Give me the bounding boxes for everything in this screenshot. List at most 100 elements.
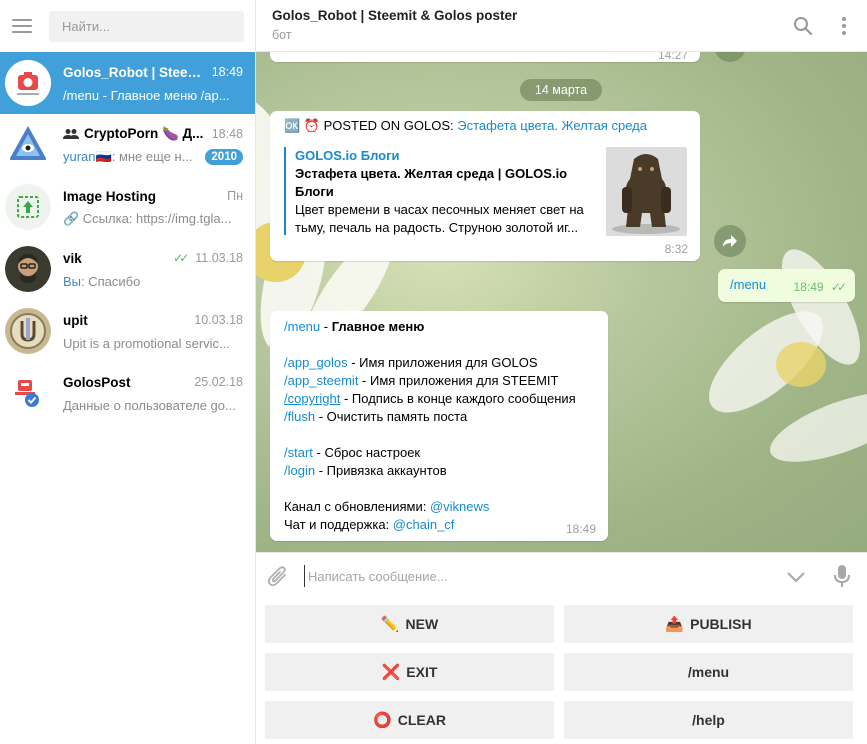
unread-badge: 2010 xyxy=(205,149,243,165)
command-link[interactable]: /app_golos xyxy=(284,355,348,370)
chat-preview: Данные о пользователе go... xyxy=(63,397,236,413)
message-bubble[interactable]: /menu - Главное меню /app_golos - Имя пр… xyxy=(270,311,608,541)
menu-text: Чат и поддержка: xyxy=(284,517,393,532)
menu-text: Канал с обновлениями: xyxy=(284,499,430,514)
chat-item-vik[interactable]: vik ✓✓ 11.03.18 Вы: Спасибо xyxy=(0,238,255,300)
share-icon xyxy=(723,235,737,247)
microphone-icon[interactable] xyxy=(834,564,850,588)
chat-time: 10.03.18 xyxy=(194,313,243,327)
forward-button[interactable] xyxy=(714,225,746,257)
command-link[interactable]: /login xyxy=(284,463,315,478)
command-link[interactable]: /start xyxy=(284,445,313,460)
outbox-icon: 📤 xyxy=(665,616,685,633)
chat-name: upit xyxy=(63,312,88,328)
help-button[interactable]: /help xyxy=(564,701,853,739)
pencil-icon: ✏️ xyxy=(380,616,400,633)
chevron-down-icon[interactable] xyxy=(786,571,806,583)
message-bubble[interactable]: 🆗 ⏰ POSTED ON GOLOS: Эстафета цвета. Жел… xyxy=(270,111,700,261)
command-link[interactable]: /app_steemit xyxy=(284,373,358,388)
command-link[interactable]: /copyright xyxy=(284,391,340,406)
cross-icon: ❌ xyxy=(381,664,401,681)
menu-text: - Имя приложения для STEEMIT xyxy=(358,373,559,388)
avatar xyxy=(5,308,51,354)
chat-time: 25.02.18 xyxy=(194,375,243,389)
preview-title: Эстафета цвета. Желтая среда | GOLOS.io xyxy=(295,166,568,181)
avatar xyxy=(5,184,51,230)
new-button[interactable]: ✏️ NEW xyxy=(265,605,554,643)
chat-time: 18:48 xyxy=(211,127,243,141)
post-link[interactable]: Эстафета цвета. Желтая среда xyxy=(457,118,647,133)
chat-preview: /menu - Главное меню /ap... xyxy=(63,87,230,103)
button-label: /menu xyxy=(687,664,730,680)
preview-description: Цвет времени в часах песочных меняет све… xyxy=(295,202,584,217)
message-composer xyxy=(256,552,867,599)
message-bubble[interactable]: 14:27 xyxy=(270,52,700,62)
sidebar-top xyxy=(0,0,255,52)
sidebar: Golos_Robot | Steem... 18:49 /menu - Гла… xyxy=(0,0,256,744)
message-time: 18:49 xyxy=(793,280,824,294)
chat-title: Golos_Robot | Steemit & Golos poster xyxy=(272,8,518,23)
chat-preview: : мне еще н... xyxy=(111,149,193,164)
preview-title: Блоги xyxy=(295,184,334,199)
message-list[interactable]: 14:27 14 марта 🆗 ⏰ POSTED ON GOLOS: Эста… xyxy=(256,52,867,552)
menu-text: - Подпись в конце каждого сообщения xyxy=(340,391,576,406)
command-link[interactable]: /menu xyxy=(730,277,766,292)
message-time: 8:32 xyxy=(664,242,688,256)
chat-item-golos-robot[interactable]: Golos_Robot | Steem... 18:49 /menu - Гла… xyxy=(0,52,255,114)
circle-icon: ⭕ xyxy=(373,712,392,729)
chat-item-image-hosting[interactable]: Image Hosting Пн 🔗 Ссылка: https://img.t… xyxy=(0,176,255,238)
chat-preview: Upit is a promotional servic... xyxy=(63,335,230,351)
message-time: 18:49 xyxy=(565,522,596,536)
message-input[interactable] xyxy=(304,565,764,587)
avatar xyxy=(5,370,51,416)
clear-button[interactable]: ⭕ CLEAR xyxy=(265,701,554,739)
chat-name: Image Hosting xyxy=(63,188,157,204)
menu-icon[interactable] xyxy=(12,19,32,33)
search-input[interactable] xyxy=(49,10,244,42)
read-checks-icon: ✓✓ xyxy=(173,251,189,265)
preview-site: GOLOS.io Блоги xyxy=(295,148,400,163)
avatar xyxy=(5,122,51,168)
chat-item-cryptoporn[interactable]: CryptoPorn 🍆 Д... 18:48 yuran🇷🇺: мне еще… xyxy=(0,114,255,176)
button-label: /help xyxy=(692,712,725,728)
chat-item-golospost[interactable]: GolosPost 25.02.18 Данные о пользователе… xyxy=(0,362,255,424)
post-prefix: 🆗 ⏰ POSTED ON GOLOS: xyxy=(284,118,454,133)
menu-text: - Привязка аккаунтов xyxy=(315,463,447,478)
chat-panel: Golos_Robot | Steemit & Golos poster бот… xyxy=(256,0,867,744)
chat-name: vik xyxy=(63,250,82,266)
search-icon[interactable] xyxy=(793,16,813,36)
chat-header[interactable]: Golos_Robot | Steemit & Golos poster бот xyxy=(256,0,867,52)
forward-button[interactable] xyxy=(714,52,746,62)
chat-name: CryptoPorn 🍆 Д... xyxy=(84,126,204,141)
channel-link[interactable]: @viknews xyxy=(430,499,489,514)
preview-image[interactable] xyxy=(606,147,687,236)
button-label: NEW xyxy=(405,616,439,632)
chat-item-upit[interactable]: upit 10.03.18 Upit is a promotional serv… xyxy=(0,300,255,362)
menu-text: - xyxy=(320,319,332,334)
chat-time: 18:49 xyxy=(211,65,243,79)
avatar xyxy=(5,60,51,106)
chat-name: GolosPost xyxy=(63,374,131,390)
outgoing-message[interactable]: /menu 18:49 ✓✓ xyxy=(718,269,855,302)
exit-button[interactable]: ❌ EXIT xyxy=(265,653,554,691)
message-time: 14:27 xyxy=(657,52,688,62)
link-preview[interactable]: GOLOS.io Блоги Эстафета цвета. Желтая ср… xyxy=(284,147,590,235)
command-link[interactable]: /menu xyxy=(284,319,320,334)
button-label: CLEAR xyxy=(397,712,446,728)
preview-description: тьму, печаль на радость. Струною золотой… xyxy=(295,220,579,235)
chat-preview: : Спасибо xyxy=(81,273,141,289)
group-icon xyxy=(63,129,79,139)
menu-button[interactable]: /menu xyxy=(564,653,853,691)
command-link[interactable]: /flush xyxy=(284,409,315,424)
chat-preview: 🔗 Ссылка: https://img.tgla... xyxy=(63,211,232,226)
more-vertical-icon[interactable] xyxy=(841,16,847,36)
menu-text: - Очистить память поста xyxy=(315,409,468,424)
support-link[interactable]: @chain_cf xyxy=(393,517,455,532)
chat-sender: Вы xyxy=(63,273,82,289)
publish-button[interactable]: 📤 PUBLISH xyxy=(564,605,853,643)
date-separator: 14 марта xyxy=(520,79,602,101)
chat-sender: yuran🇷🇺 xyxy=(63,149,112,164)
menu-text: - Имя приложения для GOLOS xyxy=(347,355,538,370)
attach-icon[interactable] xyxy=(267,564,289,588)
menu-heading: Главное меню xyxy=(331,319,425,334)
